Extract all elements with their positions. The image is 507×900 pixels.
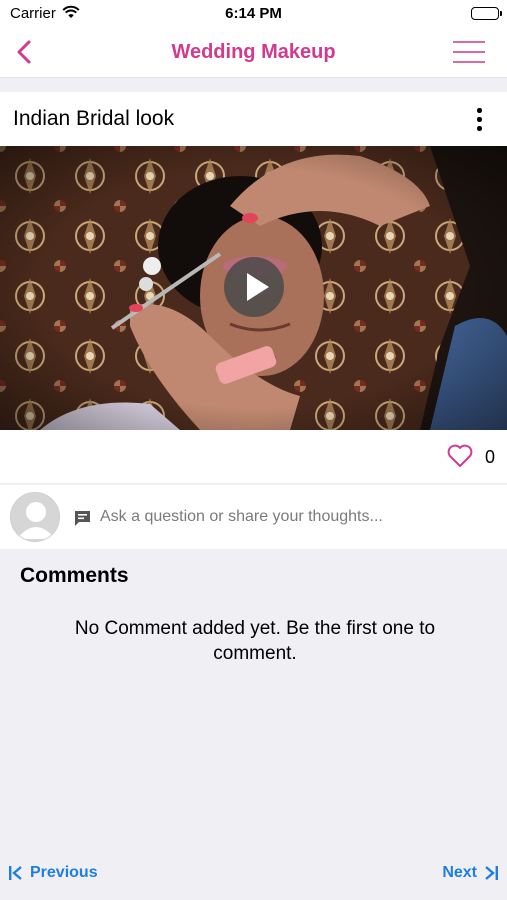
previous-label: Previous	[30, 864, 98, 881]
heart-outline-icon	[447, 444, 473, 467]
status-time: 6:14 PM	[225, 5, 282, 22]
like-row: 0	[0, 430, 507, 484]
footer-nav: Previous Next	[0, 862, 507, 890]
more-options-button[interactable]	[469, 104, 489, 134]
previous-button[interactable]: Previous	[8, 864, 98, 882]
hamburger-menu-icon	[453, 41, 485, 43]
next-label: Next	[442, 864, 477, 881]
comment-icon	[74, 510, 91, 532]
skip-next-icon	[485, 866, 498, 880]
comment-input-placeholder[interactable]: Ask a question or share your thoughts...	[100, 508, 383, 526]
comment-input-row[interactable]: Ask a question or share your thoughts...	[0, 485, 507, 549]
like-button[interactable]	[447, 444, 473, 473]
menu-button[interactable]	[453, 41, 485, 65]
like-count: 0	[484, 447, 495, 467]
empty-comments-message: No Comment added yet. Be the first one t…	[74, 618, 436, 664]
next-button[interactable]: Next	[442, 864, 499, 882]
post-header: Indian Bridal look	[0, 92, 507, 146]
skip-previous-icon	[9, 866, 22, 880]
status-bar: Carrier 6:14 PM	[0, 0, 507, 28]
video-player[interactable]	[0, 146, 507, 430]
battery-icon	[471, 7, 502, 20]
comments-heading: Comments	[20, 564, 129, 587]
page-title: Wedding Makeup	[171, 41, 336, 63]
play-icon[interactable]	[223, 256, 285, 318]
post-title: Indian Bridal look	[13, 107, 175, 130]
more-vertical-icon	[477, 108, 482, 113]
avatar	[10, 492, 60, 542]
user-avatar-icon	[17, 502, 55, 539]
nav-bar: Wedding Makeup	[0, 28, 507, 78]
